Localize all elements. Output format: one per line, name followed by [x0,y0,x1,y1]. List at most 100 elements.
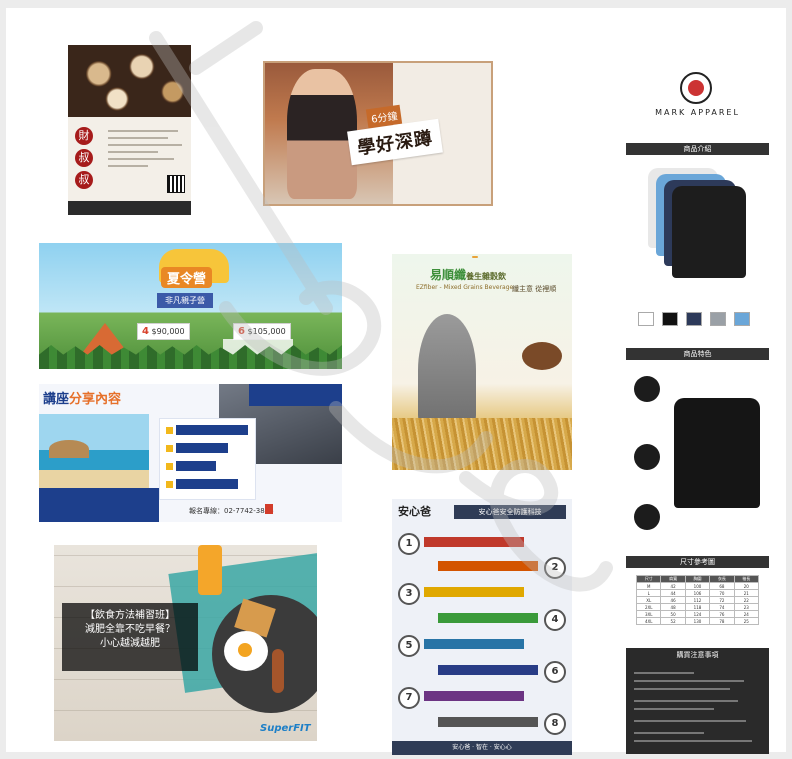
note-line [634,732,704,734]
dimsum-photo [68,45,191,117]
brand-char: 財 [75,127,93,145]
woman-silhouette [418,314,476,426]
note-line [634,740,752,742]
purchase-notes-panel: 購買注意事項 [626,648,769,754]
size-cell: 4XL [635,617,662,625]
calligraphy-slogan: 纖主意 從裡順 [512,285,557,293]
sausage [272,649,284,693]
note-line [634,672,694,674]
size-cell: M [635,582,662,590]
caishushu-poster: 財 叔 叔 [68,45,191,215]
superfit-logo: SuperFIT [260,723,311,734]
size-cell: 76 [709,610,735,618]
topics-card [159,418,256,500]
portfolio-sheet: 財 叔 叔 6分鐘 學好深蹲 夏令營 非凡親子營 4 $90,000 6 $10… [6,8,786,755]
title-part: 養生雜穀飲 [466,272,507,281]
size-cell: 106 [684,589,711,597]
safety-infographic: 安心爸 安心爸安全防護科技 1 2 3 4 5 6 7 8 安心爸 · 智在 ·… [392,499,572,755]
section-features: 商品特色 [626,348,769,360]
size-cell: 100 [684,582,711,590]
swatch-white[interactable] [638,312,654,326]
size-cell: XL [635,596,662,604]
step-row: 7 [398,687,566,709]
swatch-gray[interactable] [710,312,726,326]
size-cell: 胸圍 [684,575,711,583]
topic-bar [176,479,238,489]
headline-box: 【飲食方法補習班】 減肥全靠不吃早餐？ 小心越減越肥 [62,603,198,671]
size-cell: 24 [733,610,760,618]
diet-poster: 【飲食方法補習班】 減肥全靠不吃早餐？ 小心越減越肥 SuperFIT [54,545,317,741]
camp-ribbon: 非凡親子營 [157,293,213,308]
squat-poster: 6分鐘 學好深蹲 [263,61,493,206]
safety-footer: 安心爸 · 智在 · 安心心 [392,741,572,755]
check-icon [166,445,173,452]
fiber-subtitle: EZfiber - Mixed Grains Beverage [416,284,514,291]
section-notes: 購買注意事項 [676,651,719,659]
size-cell: 78 [709,617,735,625]
size-row: 尺寸 肩寬 胸圍 衣長 袖長 [635,575,760,583]
qr-code [167,175,185,193]
swatch-navy[interactable] [686,312,702,326]
size-cell: 22 [733,596,760,604]
brand-name: MARK APPAREL [655,108,740,117]
fiber-title: 易順纖養生雜穀飲 [430,266,506,283]
days-label: 6 [238,326,245,337]
size-row: 2XL 48 118 74 23 [635,603,760,611]
step-row: 5 [398,635,566,657]
size-row: M 42 100 68 20 [635,582,760,590]
step-number: 3 [398,583,420,605]
topic-bar [176,461,216,471]
size-row: 4XL 52 130 78 25 [635,617,760,625]
beach-photo [39,414,149,494]
swatch-black[interactable] [662,312,678,326]
orange-juice [198,545,222,595]
size-row: L 44 106 70 21 [635,589,760,597]
topic-bar [176,443,228,453]
wheat-field [392,418,572,470]
note-line [634,720,746,722]
step-number: 2 [544,557,566,579]
step-row: 3 [398,583,566,605]
size-cell: 72 [709,596,735,604]
step-bar [438,561,538,571]
size-cell: 21 [733,589,760,597]
brand-char: 叔 [75,149,93,167]
title-part: 分享內容 [69,392,122,407]
event-band [39,488,159,522]
mark-logo-icon [680,72,712,104]
size-cell: 50 [660,610,686,618]
price-box-4: 4 $90,000 [137,323,190,340]
step-row: 4 [398,609,566,631]
size-cell: 124 [684,610,711,618]
egg-yolk [238,643,252,657]
price-box-6: 6 $105,000 [233,323,291,340]
step-bar [438,665,538,675]
size-cell: 48 [660,603,686,611]
topic-bar [176,425,248,435]
price-value: $90,000 [151,327,185,336]
title-part: 易順纖 [430,268,467,282]
note-line [634,700,738,702]
size-table: 尺寸 肩寬 胸圍 衣長 袖長 M 42 100 68 20 L 44 106 7… [635,575,760,625]
size-cell: 112 [684,596,711,604]
size-row: 3XL 50 124 76 24 [635,610,760,618]
size-cell: 肩寬 [660,575,686,583]
size-cell: 23 [733,603,760,611]
size-cell: 118 [684,603,711,611]
grain-bowl [522,342,562,370]
swatch-blue[interactable] [734,312,750,326]
promo-tag [472,256,478,258]
size-cell: 70 [709,589,735,597]
section-intro: 商品介紹 [626,143,769,155]
check-icon [166,481,173,488]
title-part: 講座 [43,392,70,407]
org-logo-icon [265,504,273,514]
headline-line: 減肥全靠不吃早餐？ [85,624,175,635]
step-number: 4 [544,609,566,631]
step-number: 8 [544,713,566,735]
fabric-zoom-1 [634,376,660,402]
shirt-feature [674,398,760,508]
umbrella-icon [49,440,89,458]
step-bar [438,717,538,727]
lecture-banner: 講座分享內容 報名專線：02-7742-3836 [39,384,342,522]
